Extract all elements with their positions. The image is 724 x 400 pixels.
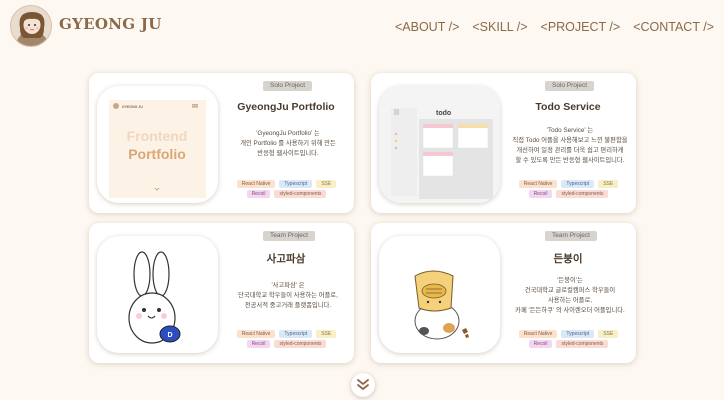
tech-chip: SSE — [316, 180, 337, 188]
tech-chip: styled-components — [274, 340, 327, 348]
tech-stack: React Native Typescript SSE Recoil style… — [229, 180, 344, 198]
project-type-badge: Team Project — [263, 231, 315, 241]
tech-chip: SSE — [598, 330, 619, 338]
tech-chip: SSE — [316, 330, 337, 338]
project-title: GyeongJu Portfolio — [237, 101, 335, 113]
tech-chip: Recoil — [246, 340, 271, 348]
tech-stack: React Native Typescript SSE Recoil style… — [511, 180, 626, 198]
project-thumbnail[interactable]: D — [97, 236, 218, 353]
project-card-sagopasam[interactable]: D Team Project 사고파삼 '사고파삼' 은 단국대학교 학우들이 … — [89, 223, 354, 363]
thumb-brand: GYEONG JU — [122, 105, 143, 109]
tech-chip: styled-components — [556, 190, 609, 198]
tech-chip: React Native — [518, 330, 558, 338]
tech-chip: styled-components — [556, 340, 609, 348]
project-type-badge: Team Project — [545, 231, 597, 241]
double-chevron-down-icon — [357, 379, 369, 390]
tech-chip: React Native — [236, 330, 276, 338]
tech-chip: Typescript — [279, 180, 313, 188]
project-type-badge: Solo Project — [545, 81, 595, 91]
avatar — [10, 5, 52, 47]
project-description: '사고파삼' 은 단국대학교 학우들이 사용하는 어플로, 전공서적 중고거래 … — [238, 282, 338, 309]
project-thumbnail[interactable] — [379, 236, 500, 353]
tech-chip: Typescript — [279, 330, 313, 338]
thumb-line1: Frontend — [127, 128, 188, 144]
nav-project[interactable]: <PROJECT /> — [541, 20, 621, 34]
tech-chip: Typescript — [561, 180, 595, 188]
tech-chip: Recoil — [528, 190, 553, 198]
project-card-portfolio[interactable]: GYEONG JU Frontend Portfolio Solo Projec… — [89, 73, 354, 213]
tech-stack: React Native Typescript SSE Recoil style… — [511, 330, 626, 348]
project-thumbnail[interactable]: todo — [379, 86, 500, 203]
project-card-deunbungi[interactable]: Team Project 든붕이 '든붕이'는 건국대학교 글로컬캠퍼스 학우들… — [371, 223, 636, 363]
avatar-illustration — [16, 12, 48, 46]
tech-stack: React Native Typescript SSE Recoil style… — [229, 330, 344, 348]
project-thumbnail[interactable]: GYEONG JU Frontend Portfolio — [97, 86, 218, 203]
thumb-line2: Portfolio — [128, 146, 186, 162]
tech-chip: Recoil — [528, 340, 553, 348]
thumb-app-title: todo — [436, 110, 451, 117]
project-card-todo[interactable]: todo Solo Project Todo Service 'Todo Ser… — [371, 73, 636, 213]
tech-chip: React Native — [518, 180, 558, 188]
main-nav: <ABOUT /> <SKILL /> <PROJECT /> <CONTACT… — [395, 20, 714, 34]
site-brand[interactable]: GYEONG JU — [59, 15, 162, 33]
project-description: 'Todo Service' 는 직접 Todo 어플을 사용해보고 느낀 불편… — [512, 127, 628, 164]
tech-chip: React Native — [236, 180, 276, 188]
project-title: Todo Service — [535, 101, 601, 113]
site-header: GYEONG JU <ABOUT /> <SKILL /> <PROJECT /… — [0, 0, 724, 54]
project-title: 사고파삼 — [266, 253, 306, 265]
nav-contact[interactable]: <CONTACT /> — [633, 20, 714, 34]
scroll-down-button[interactable] — [351, 373, 375, 397]
tech-chip: Typescript — [561, 330, 595, 338]
project-type-badge: Solo Project — [263, 81, 313, 91]
project-description: 'GyeongJu Portfolio' 는 개인 Portfolio 를 사용… — [240, 130, 336, 157]
project-description: '든붕이'는 건국대학교 글로컬캠퍼스 학우들이 사용하는 어플로, 카페 '든… — [515, 277, 625, 314]
tech-chip: SSE — [598, 180, 619, 188]
project-title: 든붕이 — [553, 253, 583, 265]
svg-text:D: D — [167, 332, 172, 339]
nav-skill[interactable]: <SKILL /> — [472, 20, 527, 34]
tech-chip: styled-components — [274, 190, 327, 198]
nav-about[interactable]: <ABOUT /> — [395, 20, 459, 34]
tech-chip: Recoil — [246, 190, 271, 198]
